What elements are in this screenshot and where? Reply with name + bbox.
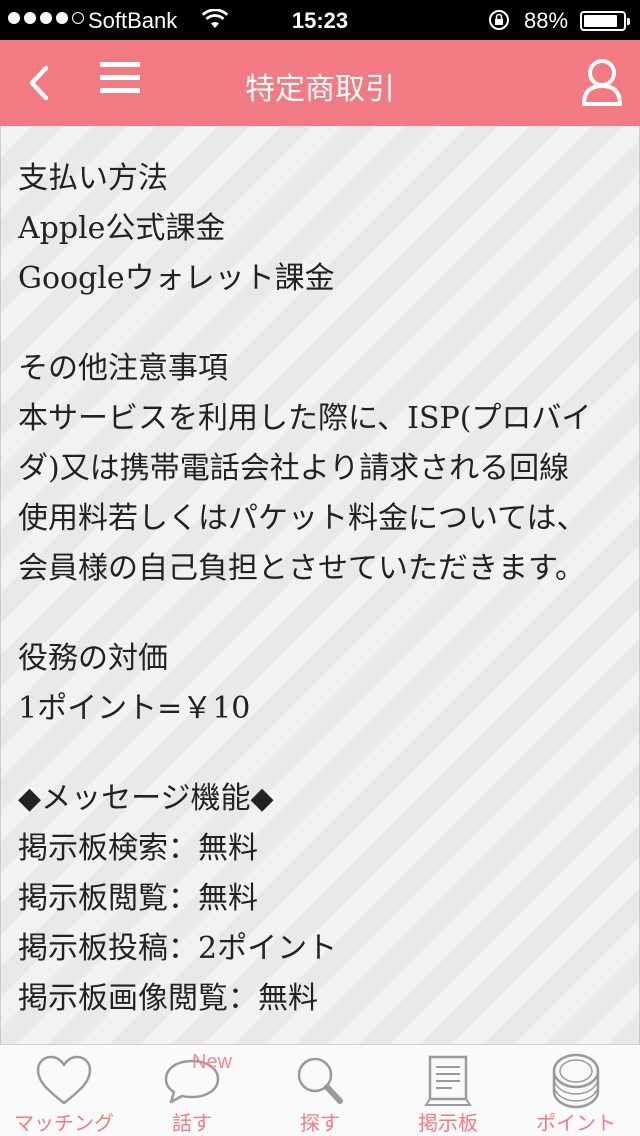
text-line: 使用料若しくはパケット料金については、 bbox=[18, 501, 587, 536]
text-line: Apple公式課金 bbox=[18, 211, 226, 246]
bottom-tab-bar: マッチング New 話す 探す 掲示板 ポイント bbox=[0, 1044, 640, 1136]
magnifier-icon bbox=[297, 1057, 343, 1104]
text-line: 掲示板閲覧：無料 bbox=[18, 881, 258, 916]
bulletin-board-icon bbox=[424, 1055, 472, 1106]
section-service-price: 役務の対価 1ポイント=￥10 bbox=[18, 634, 623, 734]
status-bar: SoftBank 15:23 88% bbox=[0, 0, 640, 40]
tab-matching[interactable]: マッチング bbox=[0, 1045, 128, 1136]
text-line: 掲示板投稿：2ポイント bbox=[18, 931, 338, 966]
heart-icon bbox=[36, 1055, 92, 1105]
text-line: 会員様の自己負担とさせていただきます。 bbox=[18, 551, 585, 586]
battery-percentage: 88% bbox=[524, 8, 569, 33]
tab-label: ポイント bbox=[536, 1111, 616, 1135]
wifi-icon bbox=[202, 9, 228, 28]
section-other-notes: その他注意事項 本サービスを利用した際に、ISP(プロバイ ダ)又は携帯電話会社… bbox=[18, 344, 623, 594]
tab-label: 話す bbox=[172, 1111, 212, 1135]
signal-strength-icon bbox=[8, 12, 84, 24]
text-line: Googleウォレット課金 bbox=[18, 261, 335, 296]
new-badge: New bbox=[192, 1051, 233, 1073]
navigation-bar: 特定商取引 bbox=[0, 40, 640, 126]
legal-notice-content: 支払い方法 Apple公式課金 Googleウォレット課金 その他注意事項 本サ… bbox=[0, 126, 640, 1044]
section-heading: その他注意事項 bbox=[18, 351, 228, 386]
coins-icon bbox=[552, 1053, 600, 1109]
text-line: 本サービスを利用した際に、ISP(プロバイ bbox=[18, 401, 592, 436]
tab-label: 探す bbox=[300, 1111, 340, 1135]
tab-bulletin-board[interactable]: 掲示板 bbox=[384, 1045, 512, 1136]
user-profile-icon[interactable] bbox=[578, 56, 626, 110]
section-heading: ◆メッセージ機能◆ bbox=[18, 781, 274, 816]
text-line: ダ)又は携帯電話会社より請求される回線 bbox=[18, 451, 570, 486]
tab-search[interactable]: 探す bbox=[256, 1045, 384, 1136]
rotation-lock-icon bbox=[489, 10, 509, 30]
carrier-name: SoftBank bbox=[88, 8, 178, 33]
tab-talk[interactable]: New 話す bbox=[128, 1045, 256, 1136]
battery-icon bbox=[580, 11, 630, 31]
back-chevron-icon[interactable] bbox=[18, 58, 62, 108]
text-line: 1ポイント=￥10 bbox=[18, 691, 251, 726]
page-title: 特定商取引 bbox=[245, 72, 395, 107]
section-heading: 支払い方法 bbox=[18, 161, 168, 196]
text-line: 掲示板画像閲覧：無料 bbox=[18, 981, 318, 1016]
section-message-features: ◆メッセージ機能◆ 掲示板検索：無料 掲示板閲覧：無料 掲示板投稿：2ポイント … bbox=[18, 774, 623, 1024]
text-line: 掲示板検索：無料 bbox=[18, 831, 258, 866]
tab-label: 掲示板 bbox=[418, 1111, 478, 1135]
tab-points[interactable]: ポイント bbox=[512, 1045, 640, 1136]
section-heading: 役務の対価 bbox=[18, 641, 168, 676]
tab-label: マッチング bbox=[14, 1111, 114, 1135]
section-payment-methods: 支払い方法 Apple公式課金 Googleウォレット課金 bbox=[18, 154, 623, 304]
